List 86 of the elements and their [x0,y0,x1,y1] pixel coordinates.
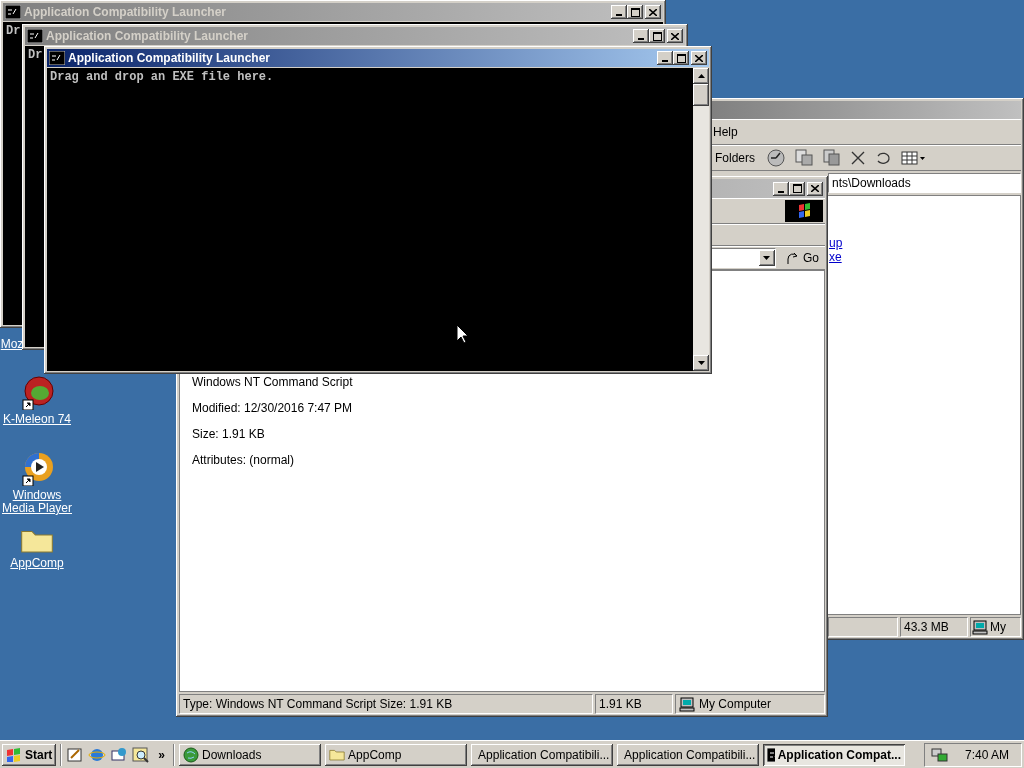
scrollbar[interactable] [693,68,709,371]
close-button[interactable] [691,51,707,65]
taskbar-button[interactable]: Application Compatibili... [471,743,614,766]
console-icon [49,51,65,65]
minimize-button[interactable] [611,5,627,19]
close-icon [811,185,819,192]
file-detail: Size: 1.91 KB [192,427,266,441]
minimize-icon [616,14,622,16]
mouse-pointer-icon [456,324,469,344]
globe-icon [183,746,200,763]
console-icon [5,5,21,19]
window-title: Application Compatibility Launcher [24,5,227,19]
windows-logo-icon [785,200,823,222]
undo-icon[interactable] [875,151,891,165]
address-combo[interactable] [711,248,776,268]
file-detail: Attributes: (normal) [192,453,296,467]
close-button[interactable] [667,29,683,43]
minimize-icon [638,38,644,40]
more-button[interactable]: » [154,747,170,762]
maximize-icon [792,184,802,193]
close-button[interactable] [645,5,661,19]
file-detail: Modified: 12/30/2016 7:47 PM [192,401,354,415]
taskbar-button[interactable]: AppComp [325,743,468,766]
close-icon [695,54,703,62]
start-button[interactable]: Start [2,743,57,766]
maximize-icon [676,53,686,63]
console-text: Drag and drop an EXE file here. [49,69,275,86]
status-type: Type: Windows NT Command Script Size: 1.91 KB [179,694,593,714]
folder-icon [329,748,346,761]
windows-flag-icon [6,747,22,762]
close-button[interactable] [807,181,823,196]
window-title: Application Compatibility Launcher [68,51,271,65]
status-panel [828,617,898,637]
taskbar-button[interactable]: Application Compat... [763,743,906,766]
file-detail: Windows NT Command Script [192,375,354,389]
scroll-down-arrow-icon[interactable] [697,361,705,365]
status-size: 1.91 KB [595,694,673,714]
file-link[interactable]: xe [829,250,842,264]
close-icon [649,8,657,16]
close-icon [671,32,679,40]
console-text: Dr [27,47,44,64]
dropdown-button[interactable] [759,250,775,266]
desktop-icon-label[interactable]: AppComp [10,557,64,570]
file-link[interactable]: up [829,236,843,250]
move-to-icon[interactable] [795,149,813,167]
console-icon [27,29,43,43]
scroll-up-arrow-icon[interactable] [697,74,705,78]
search-icon[interactable] [132,745,151,764]
computer-icon [679,696,695,712]
delete-icon[interactable] [851,151,865,165]
maximize-button[interactable] [673,51,689,65]
desktop-shortcut-icon[interactable] [66,745,85,764]
maximize-button[interactable] [789,181,805,196]
history-icon[interactable] [767,149,785,167]
desktop-icon-label[interactable]: Moz [0,338,24,351]
status-zone: My Computer [699,697,772,711]
scrollbar-thumb[interactable] [693,84,709,106]
desktop-icon-label[interactable]: Windows Media Player [0,489,74,515]
maximize-icon [652,31,662,41]
minimize-button[interactable] [657,51,673,65]
views-icon[interactable] [901,150,925,166]
computer-icon [972,619,988,635]
dropdown-arrow-icon [763,256,771,260]
go-arrow-icon [786,251,800,265]
minimize-icon [778,190,784,193]
minimize-button[interactable] [633,29,649,43]
window-title: Application Compatibility Launcher [46,29,249,43]
taskbar-button[interactable]: Downloads [179,743,322,766]
maximize-button[interactable] [649,29,665,43]
maximize-icon [630,7,640,17]
network-icon[interactable] [930,746,949,763]
mail-shortcut-icon[interactable] [110,745,129,764]
status-zone: My [990,620,1006,634]
console-icon [767,747,775,762]
taskbar-button[interactable]: Application Compatibili... [617,743,760,766]
minimize-icon [662,60,668,62]
minimize-button[interactable] [773,181,789,196]
meleon-shortcut-icon [19,376,55,410]
menu-item[interactable]: Help [713,125,738,139]
desktop-icon-label[interactable]: K-Meleon 74 [2,413,71,426]
console-text: Dr [5,23,22,40]
address-field[interactable]: nts\Downloads [828,173,1021,193]
maximize-button[interactable] [627,5,643,19]
status-size: 43.3 MB [900,617,968,637]
media-player-shortcut-icon [19,452,55,486]
copy-to-icon[interactable] [823,149,841,167]
